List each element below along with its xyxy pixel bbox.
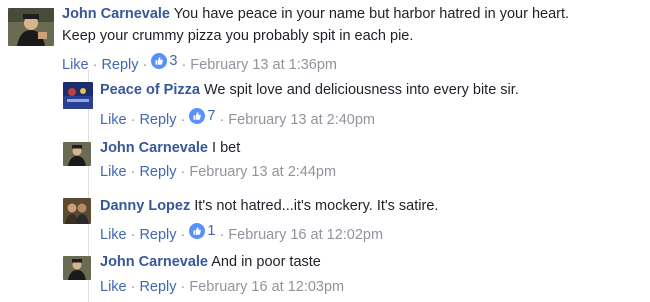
- reaction-count[interactable]: 1: [189, 221, 215, 241]
- avatar-danny-lopez[interactable]: [63, 198, 91, 224]
- avatar-image: [63, 256, 91, 280]
- reply-text: And in poor taste: [211, 254, 321, 270]
- like-link[interactable]: Like: [100, 227, 127, 243]
- avatar-image: [63, 82, 93, 109]
- timestamp[interactable]: February 13 at 2:40pm: [228, 112, 375, 128]
- separator-dot: ·: [180, 279, 186, 295]
- separator-dot: ·: [142, 57, 148, 73]
- reply-link[interactable]: Reply: [139, 227, 176, 243]
- reaction-number: 1: [207, 223, 216, 239]
- separator-dot: ·: [130, 227, 136, 243]
- timestamp[interactable]: February 13 at 1:36pm: [190, 57, 337, 73]
- reaction-count[interactable]: 7: [189, 106, 215, 126]
- separator-dot: ·: [180, 112, 186, 128]
- reply-john-carnevale-2: John Carnevale And in poor taste Like · Re…: [0, 248, 650, 302]
- separator-dot: ·: [130, 164, 136, 180]
- timestamp[interactable]: February 13 at 2:44pm: [189, 164, 336, 180]
- reaction-count[interactable]: 3: [151, 51, 177, 71]
- like-link[interactable]: Like: [100, 112, 127, 128]
- comment-text-line1: You have peace in your name but harbor h…: [173, 6, 570, 22]
- reply-peace-of-pizza: Peace of Pizza We spit love and deliciou…: [0, 72, 650, 132]
- avatar-image: [8, 8, 54, 46]
- reply-text: We spit love and deliciousness into ever…: [203, 82, 519, 98]
- like-thumb-icon: [189, 223, 206, 239]
- avatar-image: [63, 142, 91, 166]
- reply-john-carnevale-1: John Carnevale I bet Like · Reply · February…: [0, 132, 650, 190]
- avatar-john-carnevale[interactable]: [63, 256, 91, 280]
- timestamp[interactable]: February 16 at 12:02pm: [228, 227, 383, 243]
- timestamp[interactable]: February 16 at 12:03pm: [189, 279, 344, 295]
- comment-main: John Carnevale You have peace in your na…: [0, 0, 650, 73]
- like-thumb-icon: [189, 108, 206, 124]
- separator-dot: ·: [219, 112, 225, 128]
- separator-dot: ·: [92, 57, 98, 73]
- separator-dot: ·: [181, 57, 187, 73]
- separator-dot: ·: [180, 164, 186, 180]
- reaction-number: 7: [207, 108, 216, 124]
- avatar-peace-of-pizza[interactable]: [63, 82, 93, 109]
- reply-author[interactable]: Danny Lopez: [100, 198, 190, 214]
- reply-link[interactable]: Reply: [139, 279, 176, 295]
- like-link[interactable]: Like: [62, 57, 89, 73]
- avatar-image: [63, 198, 91, 224]
- reaction-number: 3: [169, 53, 178, 69]
- reply-author[interactable]: Peace of Pizza: [100, 82, 200, 98]
- reply-link[interactable]: Reply: [101, 57, 138, 73]
- like-link[interactable]: Like: [100, 164, 127, 180]
- reply-link[interactable]: Reply: [139, 112, 176, 128]
- avatar-john-carnevale[interactable]: [63, 142, 91, 166]
- reply-danny-lopez: Danny Lopez It's not hatred...it's mocke…: [0, 190, 650, 248]
- separator-dot: ·: [219, 227, 225, 243]
- reply-author[interactable]: John Carnevale: [100, 254, 208, 270]
- comment-author[interactable]: John Carnevale: [62, 6, 170, 22]
- reply-text: I bet: [212, 140, 241, 156]
- reply-text: It's not hatred...it's mockery. It's sat…: [194, 198, 439, 214]
- separator-dot: ·: [130, 112, 136, 128]
- separator-dot: ·: [130, 279, 136, 295]
- avatar-john-carnevale[interactable]: [8, 8, 54, 46]
- like-link[interactable]: Like: [100, 279, 127, 295]
- comment-text-line2: Keep your crummy pizza you probably spit…: [62, 28, 414, 44]
- like-thumb-icon: [151, 53, 168, 69]
- separator-dot: ·: [180, 227, 186, 243]
- reply-author[interactable]: John Carnevale: [100, 140, 208, 156]
- reply-link[interactable]: Reply: [139, 164, 176, 180]
